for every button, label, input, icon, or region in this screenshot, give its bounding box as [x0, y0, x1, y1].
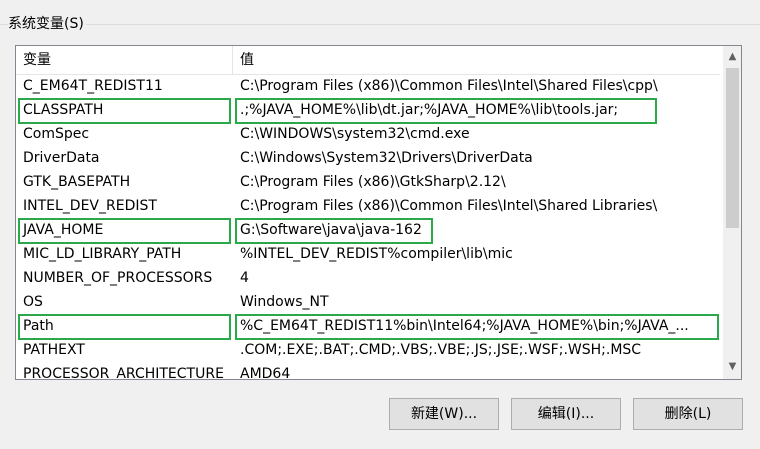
variable-value: .COM;.EXE;.BAT;.CMD;.VBS;.VBE;.JS;.JSE;.…	[240, 342, 642, 358]
group-title: 系统变量(S)	[8, 15, 86, 33]
table-row[interactable]: OS Windows_NT	[16, 290, 720, 314]
table-row[interactable]: Path %C_EM64T_REDIST11%bin\Intel64;%JAVA…	[16, 314, 720, 338]
variable-value: AMD64	[240, 366, 291, 380]
variable-name: NUMBER_OF_PROCESSORS	[23, 270, 213, 286]
variable-name: C_EM64T_REDIST11	[23, 78, 163, 94]
edit-button[interactable]: 编辑(I)...	[511, 398, 621, 430]
variable-name: Path	[23, 318, 54, 334]
variables-list[interactable]: 变量 值 C_EM64T_REDIST11 C:\Program Files (…	[15, 45, 742, 380]
variable-name: GTK_BASEPATH	[23, 174, 131, 190]
chevron-down-icon[interactable]: ▼	[724, 358, 741, 375]
variable-value: C:\Program Files (x86)\GtkSharp\2.12\	[240, 174, 506, 190]
table-row[interactable]: PATHEXT .COM;.EXE;.BAT;.CMD;.VBS;.VBE;.J…	[16, 338, 720, 362]
variable-name: MIC_LD_LIBRARY_PATH	[23, 246, 182, 262]
table-row[interactable]: ComSpec C:\WINDOWS\system32\cmd.exe	[16, 122, 720, 146]
variable-name: INTEL_DEV_REDIST	[23, 198, 157, 214]
variable-value: %C_EM64T_REDIST11%bin\Intel64;%JAVA_HOME…	[240, 318, 689, 334]
variable-value: 4	[240, 270, 249, 286]
variable-value: Windows_NT	[240, 294, 329, 310]
group-divider	[0, 24, 760, 25]
variable-name: ComSpec	[23, 126, 90, 142]
variable-name: CLASSPATH	[23, 102, 104, 118]
column-header-value[interactable]: 值	[240, 46, 254, 74]
variable-value: C:\Windows\System32\Drivers\DriverData	[240, 150, 533, 166]
variable-value: C:\WINDOWS\system32\cmd.exe	[240, 126, 470, 142]
variable-name: PROCESSOR_ARCHITECTURE	[23, 366, 224, 380]
variable-value: %INTEL_DEV_REDIST%compiler\lib\mic	[240, 246, 513, 262]
new-button[interactable]: 新建(W)...	[389, 398, 499, 430]
variable-name: OS	[23, 294, 43, 310]
table-row[interactable]: CLASSPATH .;%JAVA_HOME%\lib\dt.jar;%JAVA…	[16, 98, 720, 122]
scrollbar-thumb[interactable]	[726, 68, 739, 228]
table-row[interactable]: C_EM64T_REDIST11 C:\Program Files (x86)\…	[16, 74, 720, 98]
rows-container: C_EM64T_REDIST11 C:\Program Files (x86)\…	[16, 74, 720, 380]
table-row[interactable]: GTK_BASEPATH C:\Program Files (x86)\GtkS…	[16, 170, 720, 194]
table-row[interactable]: MIC_LD_LIBRARY_PATH %INTEL_DEV_REDIST%co…	[16, 242, 720, 266]
table-row[interactable]: PROCESSOR_ARCHITECTURE AMD64	[16, 362, 720, 380]
vertical-scrollbar[interactable]: ▲ ▼	[723, 46, 741, 379]
table-row[interactable]: JAVA_HOME G:\Software\java\java-162	[16, 218, 720, 242]
variable-value: G:\Software\java\java-162	[240, 222, 422, 238]
table-row[interactable]: INTEL_DEV_REDIST C:\Program Files (x86)\…	[16, 194, 720, 218]
chevron-up-icon[interactable]: ▲	[724, 48, 741, 65]
variable-name: JAVA_HOME	[23, 222, 104, 238]
table-row[interactable]: DriverData C:\Windows\System32\Drivers\D…	[16, 146, 720, 170]
column-header-name[interactable]: 变量	[23, 46, 51, 74]
variable-value: C:\Program Files (x86)\Common Files\Inte…	[240, 78, 658, 94]
list-header: 变量 值	[16, 46, 720, 75]
variable-name: DriverData	[23, 150, 100, 166]
table-row[interactable]: NUMBER_OF_PROCESSORS 4	[16, 266, 720, 290]
variable-name: PATHEXT	[23, 342, 85, 358]
system-variables-panel: 系统变量(S) 变量 值 C_EM64T_REDIST11 C:\Program…	[0, 0, 760, 449]
delete-button[interactable]: 删除(L)	[633, 398, 743, 430]
variable-value: C:\Program Files (x86)\Common Files\Inte…	[240, 198, 658, 214]
variable-value: .;%JAVA_HOME%\lib\dt.jar;%JAVA_HOME%\lib…	[240, 102, 619, 118]
column-separator[interactable]	[232, 46, 233, 74]
